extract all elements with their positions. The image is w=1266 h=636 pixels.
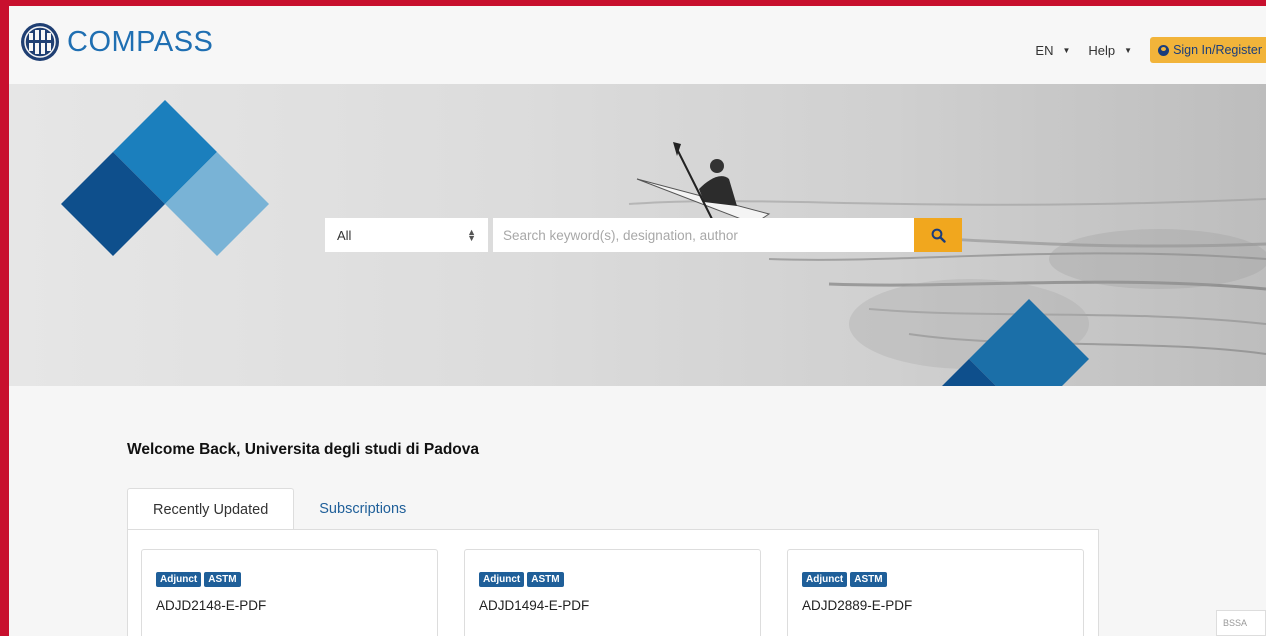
user-circle-icon (1158, 44, 1170, 56)
chevron-down-icon: ▼ (1062, 45, 1071, 55)
corner-badge: BSSA (1216, 610, 1266, 636)
publisher-badge: ASTM (204, 572, 241, 587)
hero-banner: All ▲ ▼ (9, 84, 1266, 386)
type-badge: Adjunct (156, 572, 202, 587)
search-icon (931, 228, 946, 243)
card-title[interactable]: ADJD2889-E-PDF (802, 598, 1069, 613)
sign-in-label: Sign In/Register (1173, 43, 1262, 57)
help-dropdown[interactable]: Help ▼ (1088, 43, 1132, 58)
page-frame: COMPASS EN ▼ Help ▼ Sign In/Register All… (9, 6, 1266, 636)
document-card[interactable]: Adjunct ASTM ADJD2889-E-PDF (787, 549, 1084, 636)
site-logo[interactable]: COMPASS (19, 21, 213, 63)
tab-recently-updated[interactable]: Recently Updated (127, 488, 295, 530)
content-tabs: Recently Updated Subscriptions (127, 488, 431, 530)
astm-logo-icon (21, 23, 59, 61)
tab-panel: Adjunct ASTM ADJD2148-E-PDF Adjunct ASTM… (127, 529, 1099, 636)
category-select[interactable]: All ▲ ▼ (325, 218, 488, 252)
brand-name: COMPASS (67, 25, 214, 58)
badge-group: Adjunct ASTM (156, 572, 423, 587)
welcome-heading: Welcome Back, Universita degli studi di … (127, 441, 480, 458)
badge-group: Adjunct ASTM (479, 572, 746, 587)
top-header: COMPASS EN ▼ Help ▼ Sign In/Register (9, 6, 1266, 84)
search-input[interactable] (493, 218, 914, 252)
card-title[interactable]: ADJD2148-E-PDF (156, 598, 423, 613)
type-badge: Adjunct (479, 572, 525, 587)
tab-subscriptions[interactable]: Subscriptions (294, 488, 431, 530)
main-content: Welcome Back, Universita degli studi di … (9, 386, 1266, 636)
language-label: EN (1035, 42, 1054, 58)
type-badge: Adjunct (802, 572, 848, 587)
search-button[interactable] (914, 218, 962, 252)
badge-group: Adjunct ASTM (802, 572, 1069, 587)
select-arrows-icon: ▲ ▼ (467, 227, 476, 243)
chevron-down-icon: ▼ (1124, 45, 1133, 55)
sign-in-button[interactable]: Sign In/Register (1150, 37, 1266, 63)
category-select-value: All (337, 227, 352, 243)
publisher-badge: ASTM (527, 572, 564, 587)
header-nav: EN ▼ Help ▼ Sign In/Register (1035, 37, 1266, 63)
language-dropdown[interactable]: EN ▼ (1035, 43, 1070, 58)
search-bar: All ▲ ▼ (325, 218, 962, 252)
document-card[interactable]: Adjunct ASTM ADJD2148-E-PDF (141, 549, 438, 636)
help-label: Help (1088, 42, 1116, 58)
document-card[interactable]: Adjunct ASTM ADJD1494-E-PDF (464, 549, 761, 636)
publisher-badge: ASTM (850, 572, 887, 587)
card-title[interactable]: ADJD1494-E-PDF (479, 598, 746, 613)
